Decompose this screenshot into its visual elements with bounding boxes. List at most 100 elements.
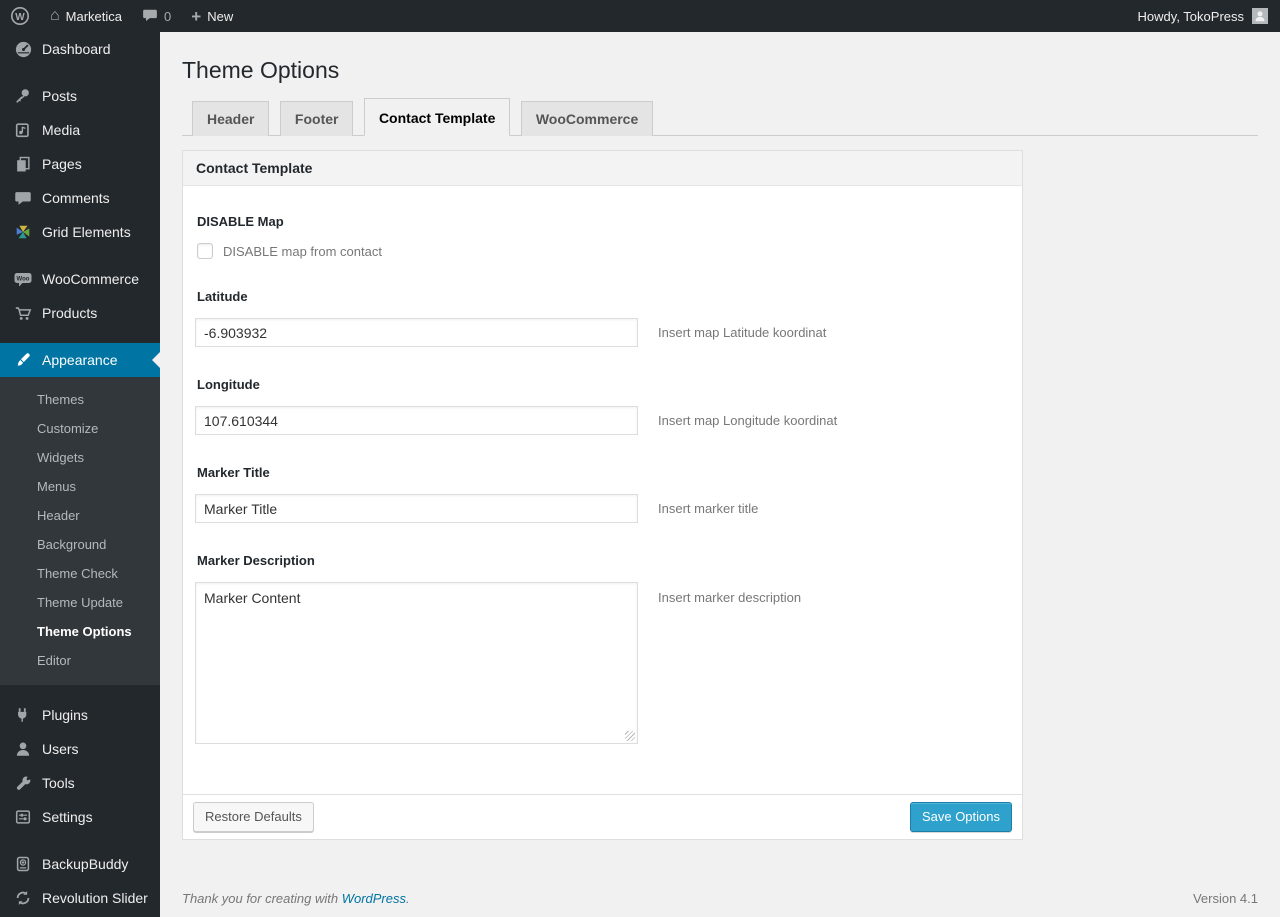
footer-thanks: Thank you for creating with WordPress. xyxy=(182,891,410,906)
disable-map-checkbox[interactable] xyxy=(197,243,213,259)
panel-title: Contact Template xyxy=(183,151,1022,186)
submenu-item-header[interactable]: Header xyxy=(0,501,160,530)
woocommerce-icon: Woo xyxy=(13,269,33,289)
field-label: Longitude xyxy=(197,377,260,392)
field-longitude: Longitude Insert map Longitude koordinat xyxy=(195,377,1008,435)
admin-bar-left: W ⌂ Marketica 0 + New xyxy=(0,0,243,32)
settings-icon xyxy=(13,807,33,827)
marker-description-textarea[interactable]: Marker Content xyxy=(195,582,638,744)
options-panel: Contact Template DISABLE Map DISABLE map… xyxy=(182,150,1023,841)
media-icon xyxy=(13,120,33,140)
tab-header[interactable]: Header xyxy=(192,101,270,136)
sidebar-item-tools[interactable]: Tools xyxy=(0,766,160,800)
control-row: Insert map Longitude koordinat xyxy=(195,406,1008,435)
tab-contact-template[interactable]: Contact Template xyxy=(363,98,511,136)
comments-icon xyxy=(13,188,33,208)
sidebar-item-media[interactable]: Media xyxy=(0,113,160,147)
submenu-item-menus[interactable]: Menus xyxy=(0,472,160,501)
sidebar-item-label: Tools xyxy=(42,775,75,791)
restore-defaults-button[interactable]: Restore Defaults xyxy=(193,802,314,833)
submenu-item-customize[interactable]: Customize xyxy=(0,414,160,443)
disable-map-checkbox-label[interactable]: DISABLE map from contact xyxy=(223,244,382,259)
checkbox-row: DISABLE map from contact xyxy=(195,243,1008,259)
cart-icon xyxy=(13,303,33,323)
comments-menu[interactable]: 0 xyxy=(132,0,181,32)
control-row: Marker Content Insert marker description xyxy=(195,582,1008,744)
sidebar-item-label: Posts xyxy=(42,88,78,104)
submenu-item-theme-check[interactable]: Theme Check xyxy=(0,559,160,588)
sidebar-item-pages[interactable]: Pages xyxy=(0,147,160,181)
sidebar-item-revolution-slider[interactable]: Revolution Slider xyxy=(0,881,160,915)
avatar xyxy=(1252,8,1268,24)
footer-thanks-text: Thank you for creating with xyxy=(182,891,342,906)
sidebar-item-backupbuddy[interactable]: BackupBuddy xyxy=(0,847,160,881)
submenu-item-themes[interactable]: Themes xyxy=(0,385,160,414)
sidebar-item-label: Settings xyxy=(42,809,93,825)
wordpress-link[interactable]: WordPress xyxy=(342,891,406,906)
sidebar-item-products[interactable]: Products xyxy=(0,296,160,330)
sidebar-item-posts[interactable]: Posts xyxy=(0,79,160,113)
sidebar-item-label: Products xyxy=(42,305,98,321)
wordpress-logo-icon: W xyxy=(10,6,30,26)
field-label: Latitude xyxy=(197,289,248,304)
user-avatar-icon xyxy=(1255,11,1265,22)
submenu-item-widgets[interactable]: Widgets xyxy=(0,443,160,472)
plugins-icon xyxy=(13,705,33,725)
field-marker-description: Marker Description Marker Content Insert… xyxy=(195,553,1008,744)
backupbuddy-icon xyxy=(13,854,33,874)
marker-title-input[interactable] xyxy=(195,494,638,523)
appearance-brush-icon xyxy=(13,350,33,370)
appearance-submenu: Themes Customize Widgets Menus Header Ba… xyxy=(0,377,160,685)
dashboard-icon xyxy=(13,39,33,59)
plus-icon: + xyxy=(191,6,202,26)
wp-logo-menu[interactable]: W xyxy=(0,0,40,32)
textarea-wrap: Marker Content xyxy=(195,582,638,744)
field-label: Marker Title xyxy=(197,465,270,480)
menu-separator xyxy=(0,330,160,343)
sidebar-item-label: Revolution Slider xyxy=(42,890,148,906)
tab-footer[interactable]: Footer xyxy=(279,101,354,136)
site-name-menu[interactable]: ⌂ Marketica xyxy=(40,0,132,32)
latitude-input[interactable] xyxy=(195,318,638,347)
control-row: Insert marker title xyxy=(195,494,1008,523)
sidebar-item-users[interactable]: Users xyxy=(0,732,160,766)
field-label: DISABLE Map xyxy=(197,214,284,229)
users-icon xyxy=(13,739,33,759)
sidebar-item-comments[interactable]: Comments xyxy=(0,181,160,215)
sidebar-item-grid-elements[interactable]: Grid Elements xyxy=(0,215,160,249)
submenu-item-theme-options[interactable]: Theme Options xyxy=(0,617,160,646)
sidebar-item-dashboard[interactable]: Dashboard xyxy=(0,32,160,66)
svg-text:W: W xyxy=(15,12,25,23)
new-content-menu[interactable]: + New xyxy=(181,0,243,32)
tab-woocommerce[interactable]: WooCommerce xyxy=(520,101,654,136)
home-icon: ⌂ xyxy=(50,7,60,24)
field-disable-map: DISABLE Map DISABLE map from contact xyxy=(195,214,1008,259)
my-account-menu[interactable]: Howdy, TokoPress xyxy=(1138,0,1280,32)
tools-icon xyxy=(13,773,33,793)
comment-count: 0 xyxy=(164,8,172,24)
save-options-button[interactable]: Save Options xyxy=(909,802,1012,833)
marker-description-hint: Insert marker description xyxy=(658,590,802,605)
pushpin-icon xyxy=(13,86,33,106)
pages-icon xyxy=(13,154,33,174)
version-text: Version 4.1 xyxy=(1192,891,1258,906)
control-row: Insert map Latitude koordinat xyxy=(195,318,1008,347)
sidebar-item-settings[interactable]: Settings xyxy=(0,800,160,834)
sidebar-item-label: Pages xyxy=(42,156,82,172)
admin-bar: W ⌂ Marketica 0 + New Howdy, TokoPress xyxy=(0,0,1280,32)
page-footer: Thank you for creating with WordPress. V… xyxy=(182,891,1258,906)
menu-separator xyxy=(0,834,160,847)
submenu-item-editor[interactable]: Editor xyxy=(0,646,160,675)
resize-grip[interactable] xyxy=(625,731,635,741)
sidebar-item-label: Media xyxy=(42,122,81,138)
sidebar-item-plugins[interactable]: Plugins xyxy=(0,698,160,732)
longitude-input[interactable] xyxy=(195,406,638,435)
field-label: Marker Description xyxy=(197,553,315,568)
sidebar-item-appearance[interactable]: Appearance xyxy=(0,343,160,377)
panel-body: DISABLE Map DISABLE map from contact Lat… xyxy=(183,186,1022,794)
longitude-hint: Insert map Longitude koordinat xyxy=(658,413,838,428)
admin-sidebar: Dashboard Posts Media Pages Comments Gri… xyxy=(0,32,160,917)
submenu-item-theme-update[interactable]: Theme Update xyxy=(0,588,160,617)
submenu-item-background[interactable]: Background xyxy=(0,530,160,559)
sidebar-item-woocommerce[interactable]: Woo WooCommerce xyxy=(0,262,160,296)
